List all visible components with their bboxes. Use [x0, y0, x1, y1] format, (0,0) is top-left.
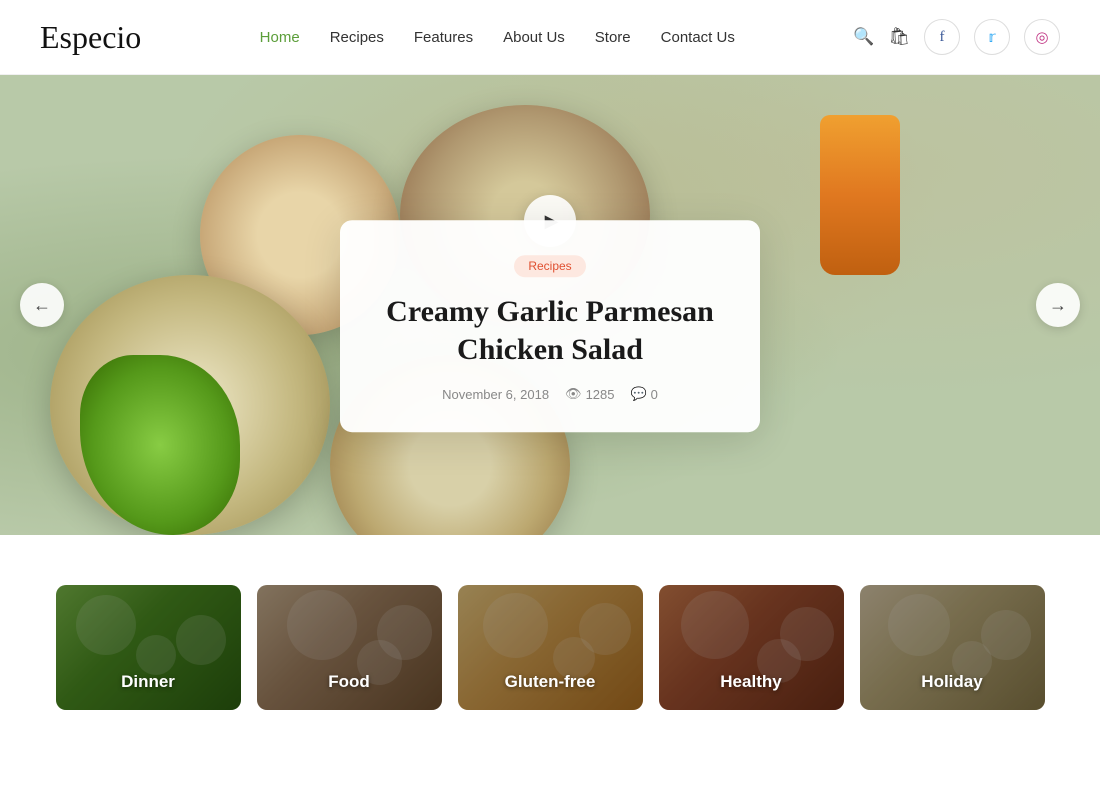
slide-meta: November 6, 2018 👁 1285 💬 0	[380, 386, 720, 402]
view-count: 1285	[586, 387, 615, 402]
category-holiday[interactable]: Holiday	[860, 585, 1045, 710]
search-icon[interactable]: 🔍	[853, 27, 874, 47]
slide-views: 👁 1285	[565, 386, 614, 402]
main-nav: Home Recipes Features About Us Store Con…	[260, 29, 735, 46]
site-logo[interactable]: Especio	[40, 19, 141, 56]
gluten-label: Gluten-free	[458, 672, 643, 710]
nav-home[interactable]: Home	[260, 29, 300, 46]
holiday-label: Holiday	[860, 672, 1045, 710]
header-icons: 🔍 🛍 f 𝕣 ◎	[853, 19, 1060, 55]
food-label: Food	[257, 672, 442, 710]
hero-slider: Recipes Creamy Garlic Parmesan Chicken S…	[0, 75, 1100, 535]
slide-title: Creamy Garlic Parmesan Chicken Salad	[380, 293, 720, 368]
prev-arrow[interactable]: ←	[20, 283, 64, 327]
cart-icon[interactable]: 🛍	[888, 27, 910, 47]
slide-comments: 💬 0	[630, 386, 657, 402]
comment-count: 0	[651, 387, 658, 402]
nav-store[interactable]: Store	[595, 29, 631, 46]
slide-date: November 6, 2018	[442, 387, 549, 402]
food-jar-decoration	[820, 115, 900, 275]
comment-icon: 💬	[630, 386, 646, 402]
eye-icon: 👁	[565, 386, 582, 402]
facebook-button[interactable]: f	[924, 19, 960, 55]
nav-about[interactable]: About Us	[503, 29, 565, 46]
instagram-button[interactable]: ◎	[1024, 19, 1060, 55]
category-healthy[interactable]: Healthy	[659, 585, 844, 710]
categories-section: Dinner Food Gluten-free	[0, 535, 1100, 750]
slide-card: Recipes Creamy Garlic Parmesan Chicken S…	[340, 220, 760, 432]
category-gluten-free[interactable]: Gluten-free	[458, 585, 643, 710]
category-food[interactable]: Food	[257, 585, 442, 710]
next-arrow[interactable]: →	[1036, 283, 1080, 327]
slide-category[interactable]: Recipes	[514, 255, 585, 277]
site-header: Especio Home Recipes Features About Us S…	[0, 0, 1100, 75]
nav-features[interactable]: Features	[414, 29, 473, 46]
healthy-label: Healthy	[659, 672, 844, 710]
category-dinner[interactable]: Dinner	[56, 585, 241, 710]
dinner-label: Dinner	[56, 672, 241, 710]
twitter-button[interactable]: 𝕣	[974, 19, 1010, 55]
nav-contact[interactable]: Contact Us	[661, 29, 735, 46]
nav-recipes[interactable]: Recipes	[330, 29, 384, 46]
categories-grid: Dinner Food Gluten-free	[40, 585, 1060, 710]
